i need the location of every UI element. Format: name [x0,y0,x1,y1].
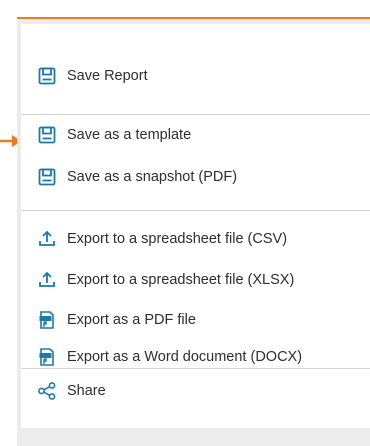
save-as-template-label: Save as a template [67,127,192,143]
export-csv-label: Export to a spreadsheet file (CSV) [67,231,288,247]
save-report-label: Save Report [67,68,148,84]
save-report-item[interactable]: Save Report [37,64,148,88]
share-item[interactable]: Share [37,379,106,403]
export-docx-item[interactable]: Export as a Word document (DOCX) [37,345,302,369]
pdf-file-icon [37,310,57,330]
menu-separator [21,210,370,211]
save-icon [37,167,57,187]
menu-separator [21,114,370,115]
upload-icon [37,229,57,249]
save-icon [37,66,57,86]
save-icon [37,125,57,145]
export-docx-label: Export as a Word document (DOCX) [67,349,303,365]
export-xlsx-item[interactable]: Export to a spreadsheet file (XLSX) [37,268,294,292]
doc-file-icon [37,347,57,367]
share-icon [37,381,57,401]
save-as-snapshot-label: Save as a snapshot (PDF) [67,169,238,185]
export-pdf-item[interactable]: Export as a PDF file [37,308,196,332]
export-xlsx-label: Export to a spreadsheet file (XLSX) [67,272,295,288]
upload-icon [37,270,57,290]
save-as-snapshot-item[interactable]: Save as a snapshot (PDF) [37,165,237,189]
export-csv-item[interactable]: Export to a spreadsheet file (CSV) [37,227,287,251]
export-pdf-label: Export as a PDF file [67,312,196,328]
share-label: Share [67,383,106,399]
save-as-template-item[interactable]: Save as a template [37,123,191,147]
